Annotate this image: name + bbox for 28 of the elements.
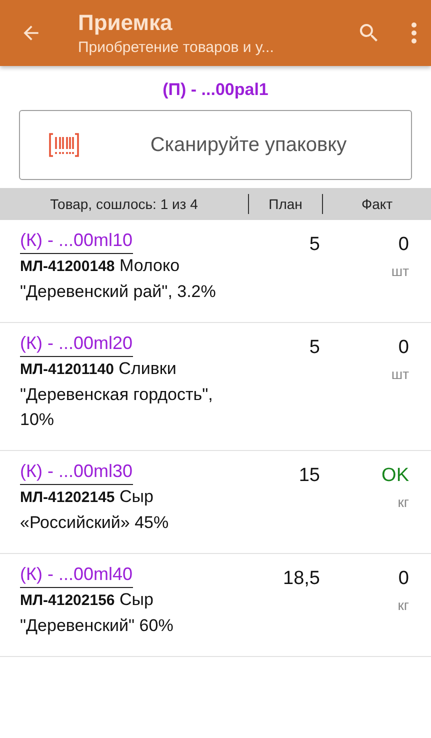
product-description: МЛ-41202145 Сыр «Российский» 45% bbox=[20, 486, 170, 534]
screen-title: Приемка bbox=[78, 10, 174, 36]
plan-quantity: 5 bbox=[308, 234, 320, 256]
column-header: Товар, сошлось: 1 из 4 bbox=[49, 195, 199, 214]
fact-quantity: 0 bbox=[398, 568, 409, 590]
fact-quantity: OK bbox=[382, 465, 409, 487]
plan-quantity: 5 bbox=[308, 337, 320, 359]
barcode-scan-icon bbox=[49, 133, 79, 157]
package-link[interactable]: (К) - ...00ml20 bbox=[20, 333, 133, 357]
package-link[interactable]: (К) - ...00ml10 bbox=[20, 230, 133, 254]
product-description: МЛ-41201140 Сливки "Деревенская гордость", 10% bbox=[20, 358, 214, 431]
package-link[interactable]: (К) - ...00ml30 bbox=[20, 461, 133, 485]
column-header: План bbox=[248, 194, 322, 214]
package-link[interactable]: (К) - ...00ml40 bbox=[20, 564, 133, 588]
pallet-code: (П) - ...00pal1 bbox=[162, 80, 268, 99]
unit-label: кг bbox=[398, 494, 409, 510]
unit-label: шт bbox=[391, 366, 409, 382]
fact-quantity: 0 bbox=[398, 234, 409, 256]
plan-quantity: 15 bbox=[298, 465, 320, 487]
product-description: МЛ-41202156 Сыр "Деревенский" 60% bbox=[20, 589, 174, 637]
unit-label: кг bbox=[398, 597, 409, 613]
screen-subtitle: Приобретение товаров и у... bbox=[78, 39, 275, 56]
plan-quantity: 18,5 bbox=[282, 568, 320, 590]
unit-label: шт bbox=[391, 263, 409, 279]
fact-quantity: 0 bbox=[398, 337, 409, 359]
product-description: МЛ-41200148 Молоко "Деревенский рай", 3.2% bbox=[20, 255, 217, 303]
column-header: Факт bbox=[322, 194, 431, 214]
scan-field[interactable]: Сканируйте упаковку bbox=[19, 110, 412, 180]
